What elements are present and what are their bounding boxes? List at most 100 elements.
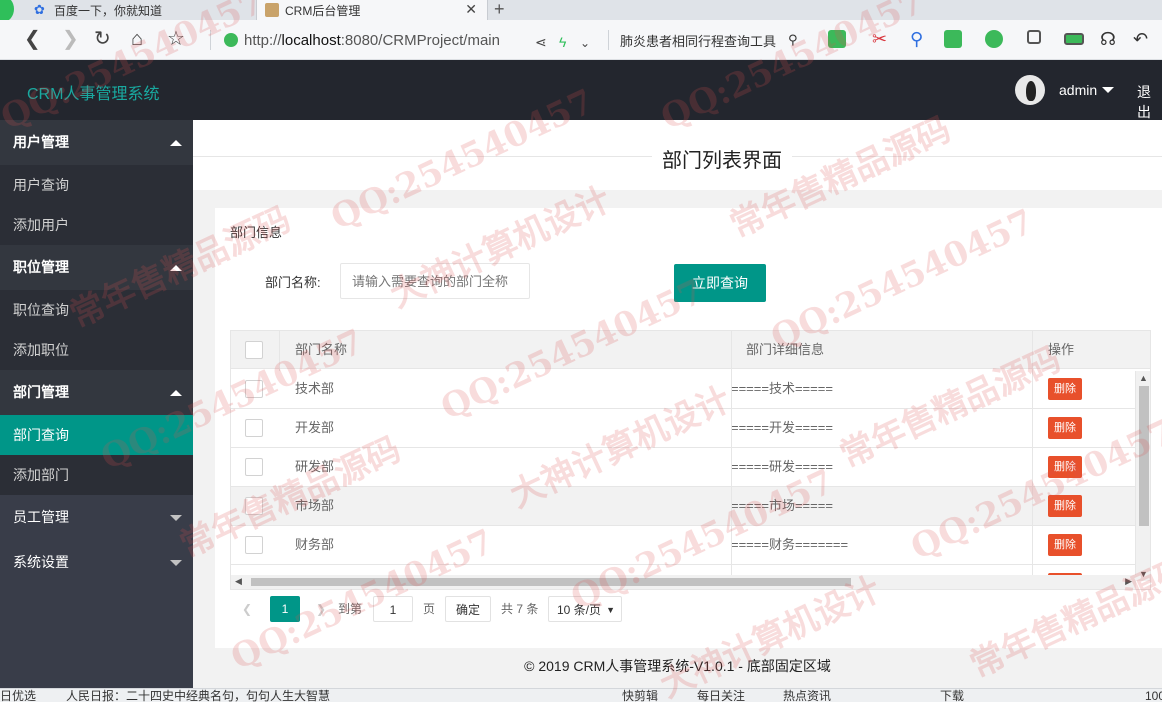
row-checkbox[interactable]: [245, 497, 263, 515]
horizontal-scrollbar[interactable]: ◀ ▶: [231, 575, 1136, 589]
sidebar-group-label: 部门管理: [13, 384, 69, 400]
sidebar-item-add-user[interactable]: 添加用户: [0, 205, 193, 245]
sidebar-group-employee[interactable]: 员工管理: [0, 495, 193, 540]
page-title-text: 部门列表界面: [652, 150, 792, 172]
horizontal-scroll-thumb[interactable]: [251, 578, 851, 586]
status-item[interactable]: 每日关注: [697, 689, 745, 702]
sidebar-item-user-query[interactable]: 用户查询: [0, 165, 193, 205]
goto-page-input[interactable]: 1: [373, 596, 413, 622]
sidebar-item-department-query[interactable]: 部门查询: [0, 415, 193, 455]
browser-tab-baidu[interactable]: ✿ 百度一下，你就知道: [28, 0, 254, 20]
address-bar[interactable]: http://localhost:8080/CRMProject/main: [224, 26, 606, 54]
sidebar-group-settings[interactable]: 系统设置: [0, 540, 193, 585]
tab-label: 百度一下，你就知道: [54, 3, 163, 18]
status-item[interactable]: 热点资讯: [783, 689, 831, 702]
apps-grid-icon[interactable]: [1027, 30, 1041, 44]
sidebar-group-label: 职位管理: [13, 259, 69, 275]
status-news[interactable]: 人民日报：二十四史中经典名句，句句人生大智慧: [66, 689, 330, 702]
delete-button[interactable]: 删除: [1048, 495, 1082, 517]
share-icon[interactable]: ⋖: [535, 32, 547, 52]
vertical-scroll-thumb[interactable]: [1139, 386, 1149, 526]
undo-icon[interactable]: ↶: [1133, 30, 1151, 48]
department-detail: =====研发=====: [731, 459, 833, 474]
scroll-up-icon[interactable]: ▲: [1139, 373, 1148, 383]
page-number-current[interactable]: 1: [270, 596, 300, 622]
table-row[interactable]: 财务部 =====财务======= 删除: [231, 526, 1136, 565]
crm-favicon-icon: [265, 3, 279, 17]
page-size-select[interactable]: 10 条/页 ▼: [548, 596, 622, 622]
sidebar-group-department[interactable]: 部门管理: [0, 370, 193, 415]
sidebar-group-user[interactable]: 用户管理: [0, 120, 193, 165]
back-icon[interactable]: ❮: [24, 29, 41, 49]
delete-button[interactable]: 删除: [1048, 417, 1082, 439]
browser-tab-crm[interactable]: CRM后台管理 ✕: [256, 0, 488, 20]
browser-toolbar: ❮ ❯ ↻ ⌂ ☆ http://localhost:8080/CRMProje…: [0, 20, 1162, 60]
row-checkbox[interactable]: [245, 536, 263, 554]
sidebar-group-label: 员工管理: [13, 509, 69, 525]
battery-icon[interactable]: [1064, 33, 1084, 45]
close-icon[interactable]: ✕: [465, 1, 477, 18]
pagination: ❮ 1 ❯ 到第 1 页 确定 共 7 条 10 条/页 ▼: [230, 596, 1151, 626]
translate-ext-icon[interactable]: [828, 30, 846, 48]
zoom-level[interactable]: 100: [1145, 689, 1162, 702]
next-page-icon[interactable]: ❯: [316, 596, 326, 622]
sidebar-item-add-department[interactable]: 添加部门: [0, 455, 193, 495]
search-ext-icon[interactable]: ⚲: [910, 30, 928, 48]
scroll-left-icon[interactable]: ◀: [235, 576, 242, 587]
page-size-value: 10 条/页: [557, 603, 602, 617]
delete-button[interactable]: 删除: [1048, 456, 1082, 478]
sidebar-item-add-position[interactable]: 添加职位: [0, 330, 193, 370]
department-name-input[interactable]: [340, 263, 530, 299]
chevron-down-icon[interactable]: [1102, 87, 1114, 93]
game-ext-icon[interactable]: [944, 30, 962, 48]
row-checkbox[interactable]: [245, 380, 263, 398]
goto-confirm-button[interactable]: 确定: [445, 596, 491, 622]
app-brand[interactable]: CRM人事管理系统: [27, 80, 159, 104]
search-icon[interactable]: ⚲: [788, 32, 798, 48]
chevron-down-icon[interactable]: ⌄: [580, 33, 590, 53]
table-row[interactable]: 研发部 =====研发===== 删除: [231, 448, 1136, 487]
chevron-up-icon: [170, 140, 182, 146]
column-header-name[interactable]: 部门名称: [295, 331, 347, 369]
username-menu[interactable]: admin: [1059, 82, 1097, 98]
column-header-detail[interactable]: 部门详细信息: [746, 331, 824, 369]
column-header-action[interactable]: 操作: [1048, 331, 1074, 369]
bookmark-star-icon[interactable]: ☆: [167, 29, 185, 49]
home-icon[interactable]: ⌂: [131, 29, 143, 49]
column-divider: [1032, 331, 1033, 589]
scissors-ext-icon[interactable]: ✂: [872, 30, 890, 48]
table-row[interactable]: 开发部 =====开发===== 删除: [231, 409, 1136, 448]
select-all-checkbox[interactable]: [245, 341, 263, 359]
search-button[interactable]: 立即查询: [674, 264, 766, 302]
row-checkbox[interactable]: [245, 458, 263, 476]
sidebar-group-label: 用户管理: [13, 134, 69, 150]
tab-label: CRM后台管理: [285, 3, 361, 18]
table-row[interactable]: 市场部 =====市场===== 删除: [231, 487, 1136, 526]
status-item[interactable]: 日优选: [0, 689, 36, 702]
delete-button[interactable]: 删除: [1048, 534, 1082, 556]
shield-ext-icon[interactable]: [985, 30, 1003, 48]
forward-icon[interactable]: ❯: [62, 29, 79, 49]
delete-button[interactable]: 删除: [1048, 378, 1082, 400]
table-row[interactable]: 技术部 =====技术===== 删除: [231, 370, 1136, 409]
logout-link[interactable]: 退出: [1137, 82, 1162, 122]
sidebar-group-label: 系统设置: [13, 554, 69, 570]
status-item[interactable]: 快剪辑: [622, 689, 658, 702]
new-tab-icon[interactable]: +: [494, 0, 505, 20]
department-detail: =====技术=====: [731, 381, 833, 396]
sidebar-group-position[interactable]: 职位管理: [0, 245, 193, 290]
search-bar[interactable]: 肺炎患者相同行程查询工具 ⚲: [620, 28, 806, 52]
department-name: 研发部: [295, 459, 335, 474]
panel-title: 部门信息: [230, 225, 283, 240]
reload-icon[interactable]: ↻: [94, 29, 111, 49]
prev-page-icon[interactable]: ❮: [242, 596, 252, 622]
avatar[interactable]: [1015, 75, 1045, 105]
vertical-scrollbar[interactable]: ▲ ▼: [1135, 371, 1150, 581]
scroll-down-icon[interactable]: ▼: [1139, 569, 1148, 579]
scroll-right-icon[interactable]: ▶: [1125, 576, 1132, 587]
lightning-icon[interactable]: ϟ: [559, 32, 566, 52]
sidebar-item-position-query[interactable]: 职位查询: [0, 290, 193, 330]
status-item[interactable]: 下载: [940, 689, 964, 702]
row-checkbox[interactable]: [245, 419, 263, 437]
headset-icon[interactable]: ☊: [1100, 30, 1118, 48]
